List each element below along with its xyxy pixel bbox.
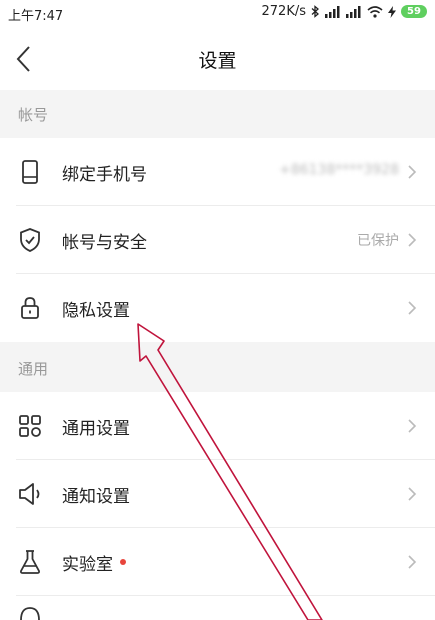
row-partial[interactable] xyxy=(0,596,435,620)
wifi-icon xyxy=(367,5,383,18)
chevron-right-icon xyxy=(408,419,417,433)
row-label: 通知设置 xyxy=(62,487,130,507)
row-label: 绑定手机号 xyxy=(62,165,147,185)
shield-icon xyxy=(20,228,40,252)
lock-icon xyxy=(21,297,39,319)
phone-number-value: +86138****3928 xyxy=(279,162,399,178)
security-status-value: 已保护 xyxy=(357,233,399,249)
new-badge-dot xyxy=(120,559,126,565)
chevron-right-icon xyxy=(408,165,417,179)
speaker-icon xyxy=(19,483,40,505)
status-icons: 272K/s 59 xyxy=(261,4,427,19)
row-label: 实验室 xyxy=(62,550,126,575)
bluetooth-icon xyxy=(311,5,319,18)
charging-icon xyxy=(388,5,396,18)
grid-icon xyxy=(19,415,41,437)
status-bar: 上午7:47 272K/s 59 xyxy=(0,0,435,28)
section-header-account: 帐号 xyxy=(0,90,435,138)
chevron-right-icon xyxy=(408,233,417,247)
row-notification-settings[interactable]: 通知设置 xyxy=(0,460,435,528)
row-general-settings[interactable]: 通用设置 xyxy=(0,392,435,460)
chevron-right-icon xyxy=(408,301,417,315)
signal-icon xyxy=(346,5,361,18)
row-privacy-settings[interactable]: 隐私设置 xyxy=(0,274,435,342)
row-label: 帐号与安全 xyxy=(62,233,147,253)
lab-label-text: 实验室 xyxy=(62,555,113,575)
section-header-general: 通用 xyxy=(0,342,435,392)
flask-icon xyxy=(20,550,40,574)
partial-icon xyxy=(20,607,40,620)
row-account-security[interactable]: 帐号与安全 已保护 xyxy=(0,206,435,274)
chevron-right-icon xyxy=(408,487,417,501)
section-header-label: 帐号 xyxy=(18,106,49,124)
row-bind-phone[interactable]: 绑定手机号 +86138****3928 xyxy=(0,138,435,206)
chevron-right-icon xyxy=(408,555,417,569)
battery-icon: 59 xyxy=(401,5,427,18)
nav-bar: 设置 xyxy=(0,28,435,90)
status-time: 上午7:47 xyxy=(8,9,64,24)
network-speed: 272K/s xyxy=(261,4,307,19)
row-lab[interactable]: 实验室 xyxy=(0,528,435,596)
signal-icon xyxy=(325,5,340,18)
phone-icon xyxy=(22,160,38,184)
page-title: 设置 xyxy=(198,50,237,72)
row-label: 通用设置 xyxy=(62,419,130,439)
section-header-label: 通用 xyxy=(18,360,49,378)
row-label: 隐私设置 xyxy=(62,301,130,321)
